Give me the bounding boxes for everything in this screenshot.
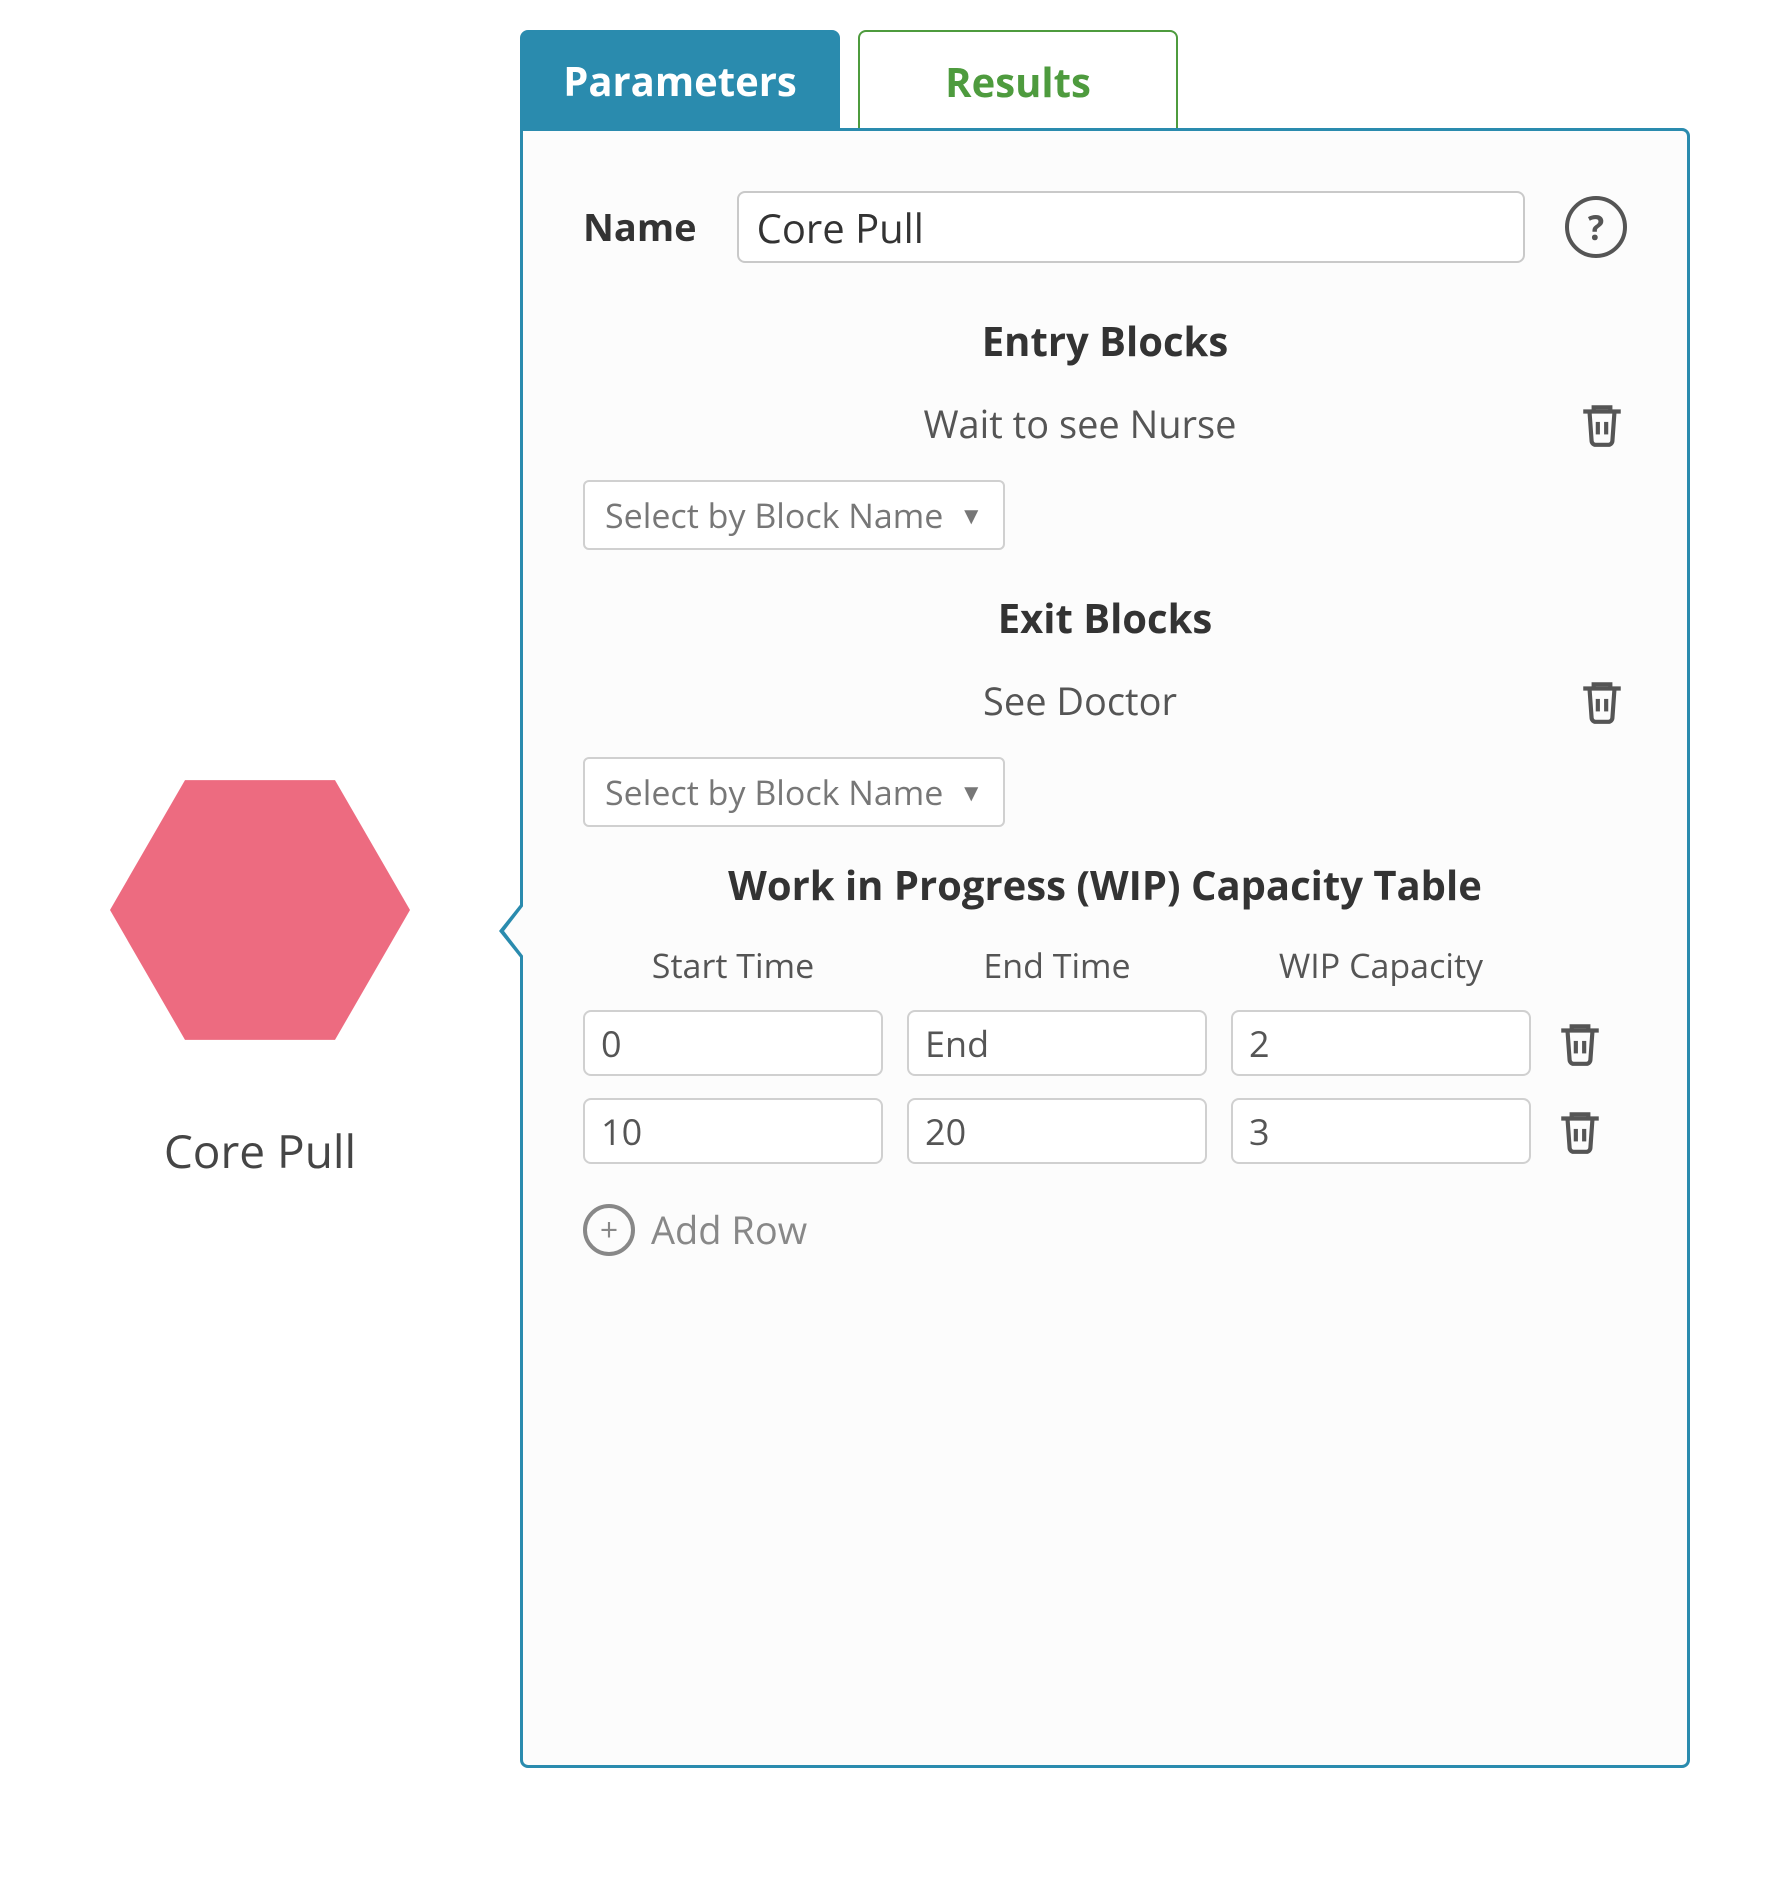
entry-blocks-title: Entry Blocks	[583, 313, 1627, 368]
add-row-label: Add Row	[651, 1204, 807, 1256]
plus-circle-icon: +	[583, 1204, 635, 1256]
wip-start-input[interactable]	[583, 1010, 883, 1076]
name-label: Name	[583, 201, 697, 253]
tab-results-label: Results	[945, 54, 1091, 109]
add-row-button[interactable]: + Add Row	[583, 1204, 807, 1256]
exit-block-select[interactable]: Select by Block Name ▼	[583, 757, 1005, 827]
tab-parameters[interactable]: Parameters	[520, 30, 840, 130]
trash-icon[interactable]	[1577, 676, 1627, 726]
node-hexagon[interactable]	[110, 760, 410, 1060]
entry-block-item: Wait to see Nurse	[583, 398, 1577, 450]
select-placeholder: Select by Block Name	[605, 769, 943, 815]
wip-cap-input[interactable]	[1231, 1010, 1531, 1076]
trash-icon[interactable]	[1555, 1018, 1605, 1068]
node-label: Core Pull	[70, 1120, 450, 1182]
entry-block-select[interactable]: Select by Block Name ▼	[583, 480, 1005, 550]
chevron-down-icon: ▼	[959, 499, 983, 532]
tab-results[interactable]: Results	[858, 30, 1178, 130]
wip-col-end: End Time	[907, 942, 1207, 988]
trash-icon[interactable]	[1577, 399, 1627, 449]
help-icon[interactable]: ?	[1565, 196, 1627, 258]
exit-block-item: See Doctor	[583, 675, 1577, 727]
wip-row	[583, 1010, 1627, 1076]
wip-start-input[interactable]	[583, 1098, 883, 1164]
select-placeholder: Select by Block Name	[605, 492, 943, 538]
wip-cap-input[interactable]	[1231, 1098, 1531, 1164]
wip-col-cap: WIP Capacity	[1231, 942, 1531, 988]
wip-title: Work in Progress (WIP) Capacity Table	[583, 857, 1627, 912]
wip-row	[583, 1098, 1627, 1164]
exit-blocks-title: Exit Blocks	[583, 590, 1627, 645]
tab-parameters-label: Parameters	[563, 53, 797, 108]
wip-end-input[interactable]	[907, 1098, 1207, 1164]
chevron-down-icon: ▼	[959, 776, 983, 809]
wip-col-start: Start Time	[583, 942, 883, 988]
trash-icon[interactable]	[1555, 1106, 1605, 1156]
name-input[interactable]	[737, 191, 1525, 263]
wip-end-input[interactable]	[907, 1010, 1207, 1076]
parameters-panel: Name ? Entry Blocks Wait to see Nurse Se…	[520, 128, 1690, 1768]
